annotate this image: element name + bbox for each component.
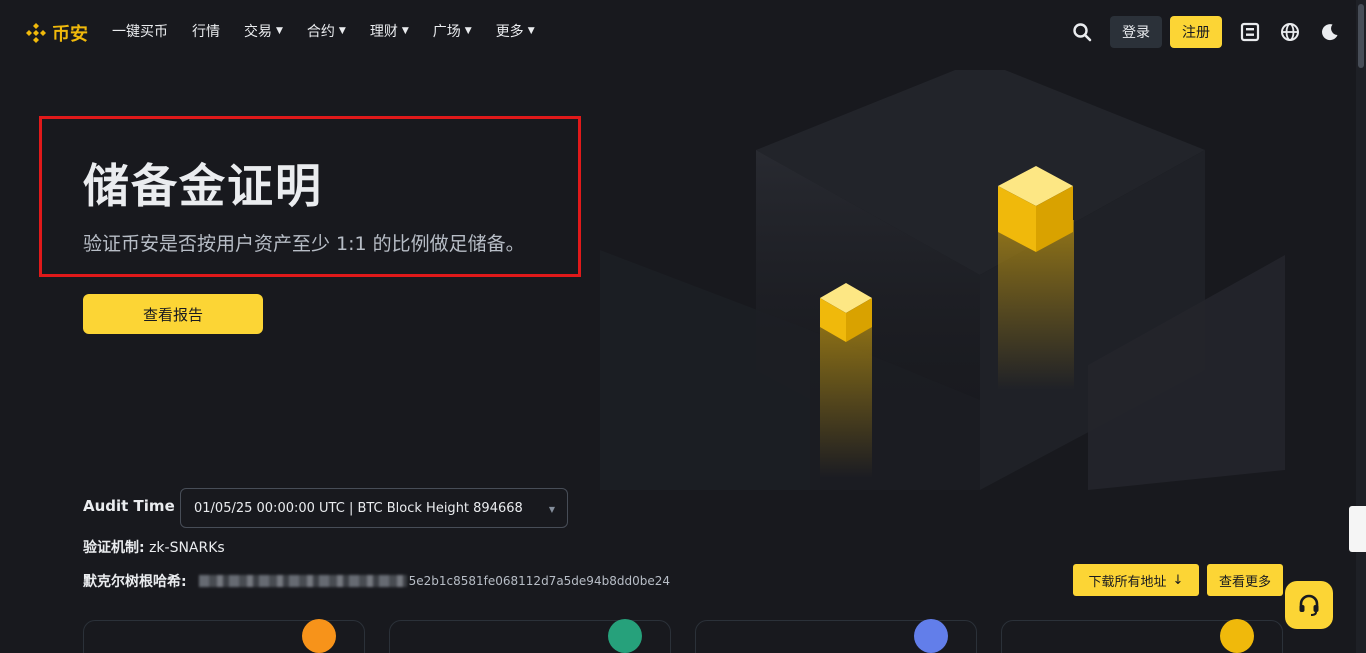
merkle-root: 默克尔树根哈希: 5e2b1c8581fe068112d7a5de94b8dd0…: [83, 571, 670, 591]
asset-card[interactable]: [389, 619, 671, 653]
download-addresses-label: 下载所有地址: [1088, 574, 1167, 590]
nav-item-buy-crypto[interactable]: 一键买币: [112, 21, 168, 41]
coin-icon: [914, 619, 948, 653]
asset-card[interactable]: [1001, 619, 1283, 653]
nav-item-label: 一键买币: [112, 24, 168, 40]
page-title: 储备金证明: [83, 159, 323, 213]
arrow-down-icon: ↓: [1172, 572, 1184, 588]
page-scrollbar[interactable]: [1356, 0, 1366, 653]
mechanism-value: zk-SNARKs: [149, 540, 225, 556]
headset-icon: [1299, 594, 1319, 616]
nav-item-label: 交易: [244, 24, 272, 40]
brand-logo[interactable]: 币安: [24, 20, 88, 46]
search-icon[interactable]: [1070, 20, 1094, 44]
audit-time-select[interactable]: 01/05/25 00:00:00 UTC | BTC Block Height…: [180, 488, 568, 528]
page-subtitle: 验证币安是否按用户资产至少 1:1 的比例做足储备。: [83, 233, 525, 255]
asset-cards: [83, 619, 1283, 653]
nav-item-label: 行情: [192, 24, 220, 40]
reserve-cubes-illustration: [600, 70, 1285, 490]
main-nav: 一键买币 行情 交易 ▼ 合约 ▼ 理财 ▼ 广场 ▼ 更多 ▼: [112, 21, 559, 41]
coin-icon: [302, 619, 336, 653]
globe-icon[interactable]: [1278, 20, 1302, 44]
download-addresses-button[interactable]: 下载所有地址 ↓: [1073, 564, 1199, 596]
nav-item-more[interactable]: 更多 ▼: [496, 21, 535, 41]
mechanism-label: 验证机制:: [83, 540, 145, 556]
chevron-down-icon: ▼: [464, 26, 472, 36]
audit-time-label: Audit Time: [83, 497, 175, 515]
verification-mechanism: 验证机制: zk-SNARKs: [83, 537, 225, 557]
nav-item-earn[interactable]: 理财 ▼: [370, 21, 409, 41]
feedback-side-tab[interactable]: [1349, 506, 1366, 552]
chevron-down-icon: ▼: [527, 26, 535, 36]
merkle-hash-tail: 5e2b1c8581fe068112d7a5de94b8dd0be24: [408, 574, 670, 588]
nav-item-futures[interactable]: 合约 ▼: [307, 21, 346, 41]
nav-item-square[interactable]: 广场 ▼: [433, 21, 472, 41]
nav-item-trade[interactable]: 交易 ▼: [244, 21, 283, 41]
top-nav: 币安 一键买币 行情 交易 ▼ 合约 ▼ 理财 ▼ 广场 ▼ 更多 ▼ 登录 注册: [0, 0, 1366, 64]
download-app-icon[interactable]: [1238, 20, 1262, 44]
chevron-down-icon: ▼: [276, 26, 283, 36]
caret-down-icon: ▼: [548, 505, 555, 514]
nav-item-label: 理财: [369, 24, 398, 40]
login-button[interactable]: 登录: [1110, 16, 1162, 48]
nav-item-markets[interactable]: 行情: [192, 21, 220, 41]
coin-icon: [1220, 619, 1254, 653]
audit-time-value: 01/05/25 00:00:00 UTC | BTC Block Height…: [194, 500, 523, 516]
register-button[interactable]: 注册: [1170, 16, 1222, 48]
view-report-button[interactable]: 查看报告: [83, 294, 263, 334]
asset-card[interactable]: [695, 619, 977, 653]
coin-icon: [608, 619, 642, 653]
brand-name: 币安: [52, 24, 88, 45]
merkle-label: 默克尔树根哈希:: [83, 574, 187, 590]
nav-item-label: 合约: [306, 24, 335, 40]
chevron-down-icon: ▼: [401, 26, 409, 36]
redacted-hash: [198, 575, 407, 587]
nav-item-label: 更多: [495, 24, 524, 40]
binance-logo-icon: [26, 23, 46, 43]
chevron-down-icon: ▼: [338, 26, 346, 36]
scrollbar-thumb[interactable]: [1358, 4, 1364, 68]
support-chat-button[interactable]: [1285, 581, 1333, 629]
nav-item-label: 广场: [432, 24, 461, 40]
dark-mode-icon[interactable]: [1318, 20, 1342, 44]
view-more-button[interactable]: 查看更多: [1207, 564, 1283, 596]
asset-card[interactable]: [83, 619, 365, 653]
